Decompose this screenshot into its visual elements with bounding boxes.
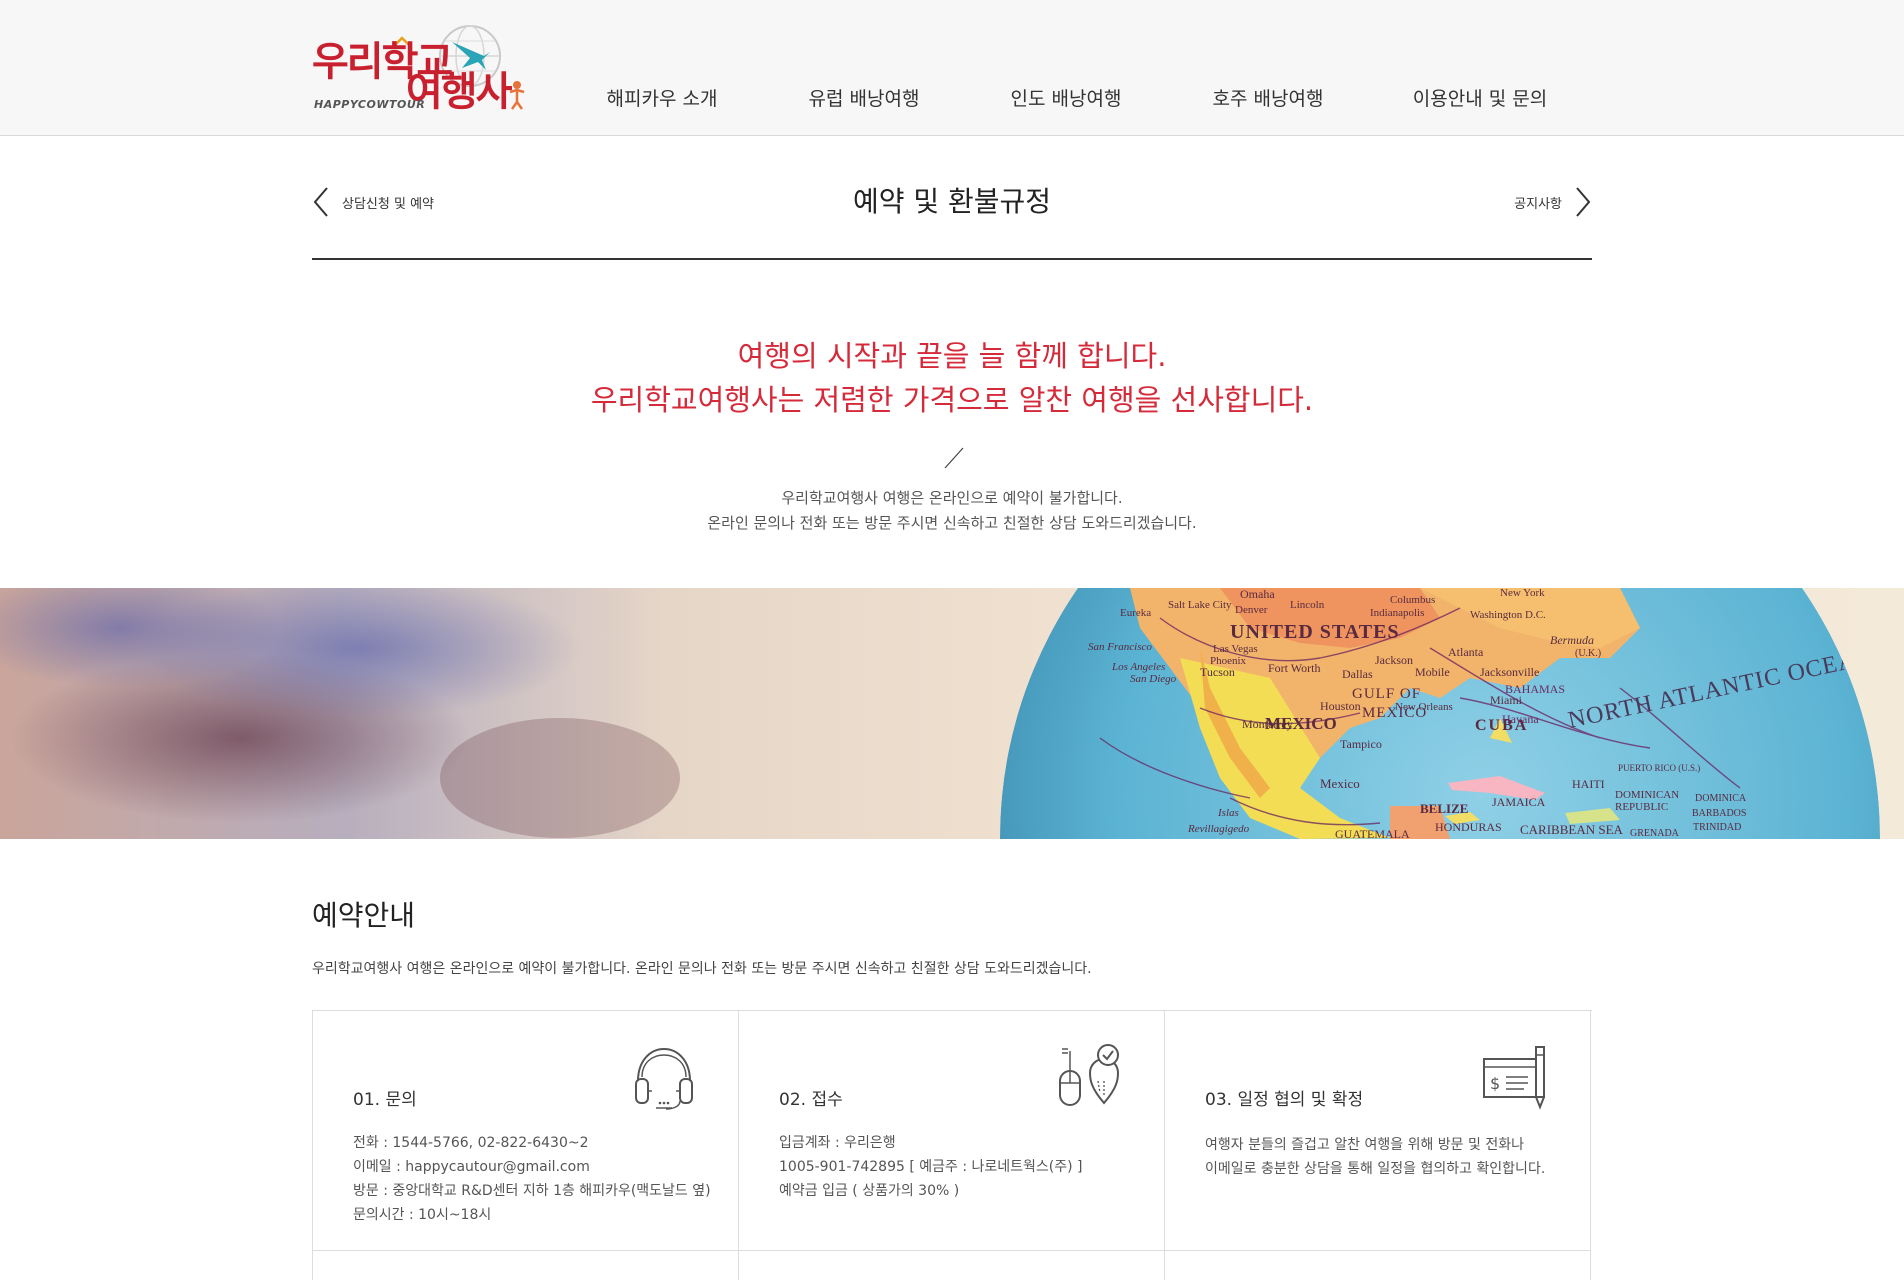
map-label-omaha: Omaha xyxy=(1240,588,1275,601)
map-label-indianapolis: Indianapolis xyxy=(1370,607,1424,619)
map-label-saltlake: Salt Lake City xyxy=(1168,599,1232,611)
map-label-mobile: Mobile xyxy=(1415,665,1450,679)
nav-item-europe[interactable]: 유럽 배낭여행 xyxy=(809,84,920,111)
step-card-schedule: $ 03. 일정 협의 및 확정 여행자 분들의 즐겁고 알찬 여행을 위해 방… xyxy=(1165,1011,1591,1251)
map-label-havana: Havana xyxy=(1502,712,1539,726)
site-header: 우리학교 여행사 HAPPYCOWTOUR 해피카우 소개 유럽 배낭여행 인도… xyxy=(0,0,1904,136)
map-label-monterrey: Monterrey xyxy=(1242,717,1293,731)
map-label-neworleans: New Orleans xyxy=(1395,701,1453,713)
map-label-dallas: Dallas xyxy=(1342,667,1373,681)
map-label-us: UNITED STATES xyxy=(1230,621,1400,643)
logo-subtext: HAPPYCOWTOUR xyxy=(314,98,426,111)
map-label-jacksonville: Jacksonville xyxy=(1480,665,1539,679)
intro-line-1: 여행의 시작과 끝을 늘 함께 합니다. xyxy=(737,339,1167,373)
step-line: 문의시간 : 10시~18시 xyxy=(353,1207,492,1223)
map-label-barbados: BARBADOS xyxy=(1692,808,1746,819)
step-title: 01. 문의 xyxy=(353,1090,417,1110)
section-title: 예약안내 xyxy=(312,899,416,932)
map-label-jamaica: JAMAICA xyxy=(1492,795,1546,809)
map-label-islas: Islas xyxy=(1217,807,1239,819)
map-label-losangeles: Los Angeles xyxy=(1111,661,1165,673)
step-line: 예약금 입금 ( 상품가의 30% ) xyxy=(779,1183,960,1199)
person-figure-icon xyxy=(509,81,525,110)
next-page-label: 공지사항 xyxy=(1514,196,1562,212)
map-label-grenada: GRENADA xyxy=(1630,828,1680,839)
step-line: 1005-901-742895 [ 예금주 : 나로네트웍스(주) ] xyxy=(779,1159,1083,1175)
map-label-mexicocity: Mexico xyxy=(1320,776,1360,791)
svg-text:$: $ xyxy=(1490,1074,1500,1093)
map-label-uk: (U.K.) xyxy=(1575,648,1601,659)
reservation-steps: 01. 문의 전화 : 1544-5766, 02-822-6430~2 이메일… xyxy=(312,1010,1592,1280)
step-line: 이메일 : happycautour@gmail.com xyxy=(353,1159,590,1175)
step-line: 이메일로 충분한 상담을 통해 일정을 협의하고 확인합니다. xyxy=(1205,1161,1546,1177)
nav-item-guide[interactable]: 이용안내 및 문의 xyxy=(1413,84,1547,111)
map-label-trinidad: TRINIDAD xyxy=(1693,822,1741,833)
intro-headline: 여행의 시작과 끝을 늘 함께 합니다. 우리학교여행사는 저렴한 가격으로 알… xyxy=(0,334,1904,422)
nav-item-about[interactable]: 해피카우 소개 xyxy=(607,84,718,111)
map-label-republic: REPUBLIC xyxy=(1615,801,1668,813)
map-label-lasvegas: Las Vegas xyxy=(1213,643,1258,655)
map-label-washington: Washington D.C. xyxy=(1470,609,1546,621)
map-label-honduras: HONDURAS xyxy=(1435,820,1502,834)
map-label-bermuda: Bermuda xyxy=(1550,633,1594,647)
map-label-dominica: DOMINICA xyxy=(1695,793,1747,804)
step-card-row2 xyxy=(739,1251,1165,1280)
map-label-guatemala: GUATEMALA xyxy=(1335,827,1410,839)
map-label-caribbean: CARIBBEAN SEA xyxy=(1520,822,1624,837)
map-label-belize: BELIZE xyxy=(1420,801,1468,816)
map-label-denver: Denver xyxy=(1235,604,1268,616)
slash-divider xyxy=(944,447,964,469)
step-card-inquiry: 01. 문의 전화 : 1544-5766, 02-822-6430~2 이메일… xyxy=(313,1011,739,1251)
map-label-atlanta: Atlanta xyxy=(1448,645,1484,659)
map-label-gulf-1: GULF OF xyxy=(1352,686,1421,702)
map-label-tampico: Tampico xyxy=(1340,737,1382,751)
map-label-jackson: Jackson xyxy=(1375,653,1413,667)
step-card-receipt: 02. 접수 입금계좌 : 우리은행 1005-901-742895 [ 예금주… xyxy=(739,1011,1165,1251)
map-label-sanfrancisco: San Francisco xyxy=(1088,641,1152,653)
map-label-newyork: New York xyxy=(1500,588,1545,599)
intro-sub-line-1: 우리학교여행사 여행은 온라인으로 예약이 불가합니다. xyxy=(781,489,1123,507)
globe-banner-image: UNITED STATES MEXICO GULF OF MEXICO NORT… xyxy=(0,588,1904,839)
step-line: 입금계좌 : 우리은행 xyxy=(779,1135,896,1151)
map-label-revillagigedo: Revillagigedo xyxy=(1187,823,1250,835)
map-label-puerto-rico: PUERTO RICO (U.S.) xyxy=(1618,763,1700,773)
map-label-lincoln: Lincoln xyxy=(1290,599,1325,611)
page-title: 예약 및 환불규정 xyxy=(852,185,1052,218)
headset-icon xyxy=(635,1047,693,1110)
step-card-row2 xyxy=(313,1251,739,1280)
step-line: 전화 : 1544-5766, 02-822-6430~2 xyxy=(353,1135,589,1151)
step-title: 03. 일정 협의 및 확정 xyxy=(1205,1090,1364,1110)
next-page-link[interactable]: 공지사항 xyxy=(1514,186,1592,218)
intro-line-2: 우리학교여행사는 저렴한 가격으로 알찬 여행을 선사합니다. xyxy=(590,383,1314,417)
step-line: 여행자 분들의 즐겁고 알찬 여행을 위해 방문 및 전화나 xyxy=(1205,1137,1524,1153)
map-label-tucson: Tucson xyxy=(1200,665,1235,679)
step-body: 전화 : 1544-5766, 02-822-6430~2 이메일 : happ… xyxy=(353,1131,711,1227)
mouse-location-icon xyxy=(1059,1044,1120,1106)
map-label-haiti: HAITI xyxy=(1572,777,1605,791)
map-label-miami: Miami xyxy=(1490,693,1523,707)
chevron-right-icon xyxy=(1576,187,1591,217)
check-document-icon: $ xyxy=(1483,1046,1545,1110)
map-label-dominican: DOMINICAN xyxy=(1615,789,1679,801)
intro-sub-line-2: 온라인 문의나 전화 또는 방문 주시면 신속하고 친절한 상담 도와드리겠습니… xyxy=(707,514,1197,532)
step-title: 02. 접수 xyxy=(779,1090,843,1110)
nav-item-india[interactable]: 인도 배낭여행 xyxy=(1011,84,1122,111)
map-label-sandiego: San Diego xyxy=(1130,673,1177,685)
step-body: 입금계좌 : 우리은행 1005-901-742895 [ 예금주 : 나로네트… xyxy=(779,1131,1083,1203)
map-label-eureka: Eureka xyxy=(1120,607,1151,619)
nav-item-australia[interactable]: 호주 배낭여행 xyxy=(1213,84,1324,111)
intro-subtext: 우리학교여행사 여행은 온라인으로 예약이 불가합니다. 온라인 문의나 전화 … xyxy=(0,486,1904,536)
map-label-houston: Houston xyxy=(1320,699,1361,713)
step-body: 여행자 분들의 즐겁고 알찬 여행을 위해 방문 및 전화나 이메일로 충분한 … xyxy=(1205,1133,1545,1181)
map-label-columbus: Columbus xyxy=(1390,594,1435,606)
step-line: 방문 : 중앙대학교 R&D센터 지하 1층 해피카우(맥도날드 옆) xyxy=(353,1183,711,1199)
logo[interactable]: 우리학교 여행사 HAPPYCOWTOUR xyxy=(312,22,526,114)
map-label-fortworth: Fort Worth xyxy=(1268,661,1320,675)
step-card-row2 xyxy=(1165,1251,1591,1280)
section-description: 우리학교여행사 여행은 온라인으로 예약이 불가합니다. 온라인 문의나 전화 … xyxy=(312,961,1092,977)
page-title-row: 상담신청 및 예약 예약 및 환불규정 공지사항 xyxy=(312,176,1592,260)
